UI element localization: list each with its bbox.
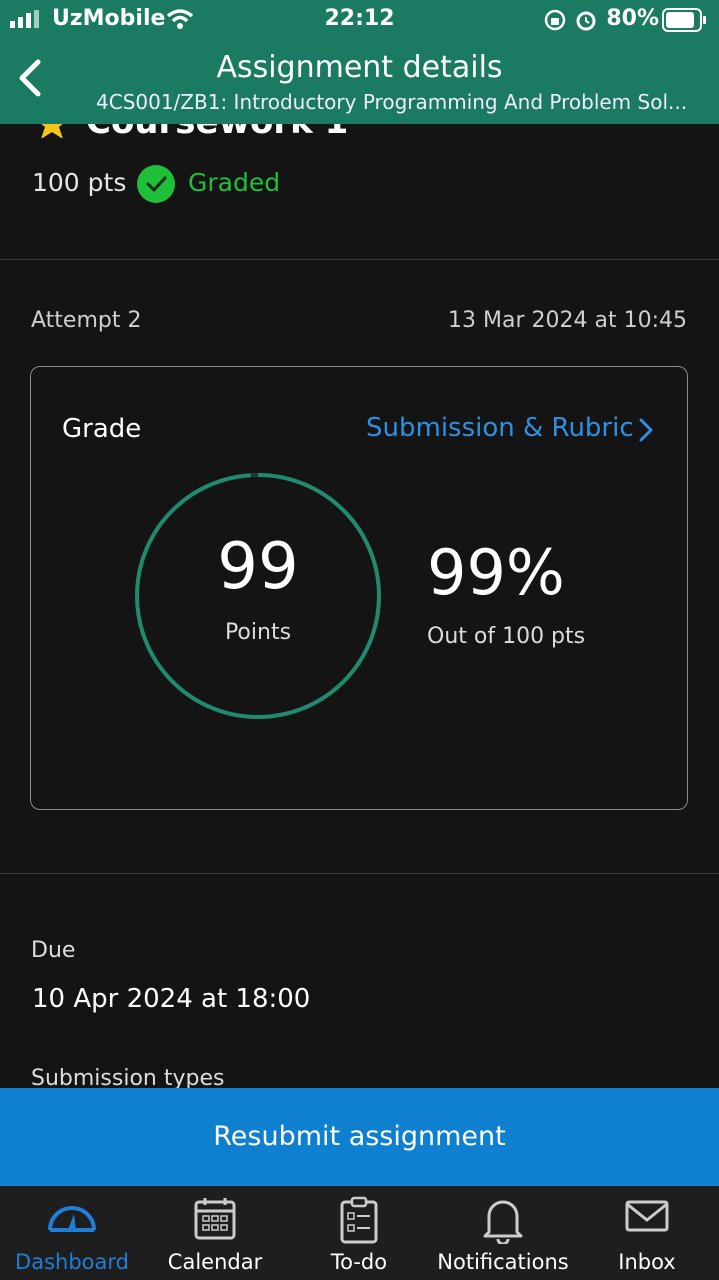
assignment-points: 100 pts (32, 168, 127, 197)
graded-status: Graded (188, 168, 281, 197)
tab-label: Calendar (167, 1250, 263, 1274)
assignment-name-clipped: Coursework 1 (30, 124, 430, 138)
grade-label: Grade (62, 414, 142, 444)
todo-icon (340, 1196, 378, 1244)
tab-dashboard[interactable]: Dashboard (0, 1186, 144, 1280)
resubmit-assignment-button[interactable]: Resubmit assignment (0, 1088, 719, 1186)
attempt-date: 13 Mar 2024 at 10:45 (448, 308, 687, 333)
course-subtitle: 4CS001/ZB1: Introductory Programming And… (96, 90, 688, 114)
status-bar: UzMobile 22:12 80% (0, 0, 719, 40)
bell-icon (483, 1200, 523, 1244)
calendar-icon (194, 1198, 236, 1240)
attempt-label[interactable]: Attempt 2 (31, 308, 141, 333)
due-date: 10 Apr 2024 at 18:00 (32, 984, 311, 1014)
tab-bar: Dashboard Calendar To-do Notifications I… (0, 1186, 719, 1280)
score-points: 99 (217, 530, 299, 604)
battery-percent: 80% (606, 6, 659, 31)
orientation-lock-icon (544, 9, 566, 31)
tab-label: To-do (330, 1250, 388, 1274)
tab-label: Notifications (437, 1250, 569, 1274)
mail-icon (625, 1200, 669, 1232)
tab-notifications[interactable]: Notifications (431, 1186, 575, 1280)
tab-inbox[interactable]: Inbox (575, 1186, 719, 1280)
tab-label: Dashboard (15, 1250, 129, 1274)
divider (0, 259, 719, 260)
tab-calendar[interactable]: Calendar (143, 1186, 287, 1280)
star-icon (41, 124, 63, 138)
score-out-of: Out of 100 pts (427, 624, 586, 649)
check-circle-icon (137, 165, 175, 203)
assignment-name: Coursework 1 (86, 124, 348, 138)
page-title: Assignment details (216, 50, 503, 85)
tab-label: Inbox (618, 1250, 676, 1274)
due-label: Due (31, 938, 76, 963)
score-percent: 99% (427, 536, 565, 609)
divider (0, 873, 719, 874)
chevron-right-icon[interactable] (636, 415, 656, 445)
alarm-icon (576, 11, 596, 31)
tab-todo[interactable]: To-do (287, 1186, 431, 1280)
battery-icon (662, 8, 706, 32)
dashboard-icon (48, 1206, 96, 1232)
score-points-label: Points (224, 620, 292, 645)
submission-rubric-link[interactable]: Submission & Rubric (366, 413, 634, 443)
